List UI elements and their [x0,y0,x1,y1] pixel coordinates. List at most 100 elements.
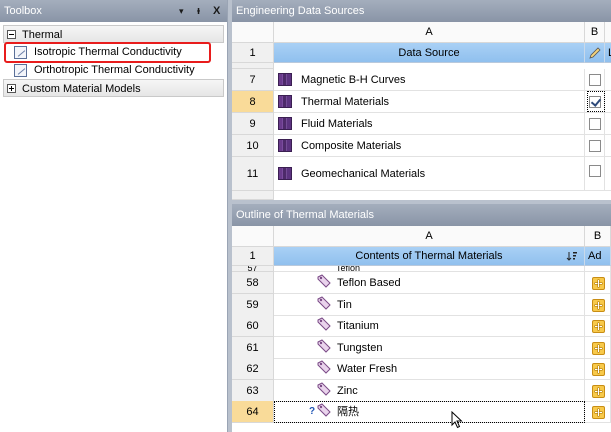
data-source-checkbox[interactable] [589,140,601,152]
row-number: 10 [232,135,274,157]
checkbox-cell [585,113,605,135]
row-number: 60 [232,315,274,337]
add-cell [585,337,611,359]
data-source-checkbox[interactable] [589,165,601,177]
contents-header-label: Contents of Thermal Materials [355,250,503,262]
location-cell [605,135,611,157]
toolbox-group-custom-material-models[interactable]: Custom Material Models [3,79,224,97]
pin-icon[interactable]: ᵻ [197,0,200,22]
sort-icon[interactable] [566,250,578,262]
data-source-name: Thermal Materials [301,96,390,108]
add-material-button[interactable] [592,277,605,290]
row-number: 7 [232,69,274,91]
collapse-icon[interactable] [7,30,16,39]
data-source-row[interactable]: Magnetic B-H Curves [274,69,585,91]
material-tag-icon [317,274,331,288]
material-name: Tin [337,299,352,311]
material-tag-icon [317,360,331,374]
data-source-name: Magnetic B-H Curves [301,74,406,86]
column-header-a[interactable]: A [274,22,585,43]
focus-outline [274,401,585,423]
toolbox-item-label: Orthotropic Thermal Conductivity [34,64,195,76]
row-number: 8 [232,91,274,113]
row-number: 1 [232,247,274,266]
material-tag-icon [317,296,331,310]
add-material-button[interactable] [592,406,605,419]
data-source-checkbox[interactable] [589,118,601,130]
add-cell [585,272,611,294]
data-source-name: Composite Materials [301,140,402,152]
toolbox-item-orthotropic-thermal-conductivity[interactable]: Orthotropic Thermal Conductivity [8,62,195,79]
material-row[interactable]: Tungsten [274,337,585,359]
data-source-row[interactable]: Geomechanical Materials [274,157,585,191]
add-column-header: Ad [585,247,611,266]
toolbox-title-bar: Toolbox ▾ ᵻ X [0,0,227,22]
checkbox-cell [585,69,605,91]
row-number: 11 [232,157,274,191]
toolbox-panel: Toolbox ▾ ᵻ X Thermal Isotropic Thermal … [0,0,228,432]
row-number: 9 [232,113,274,135]
material-row[interactable]: Teflon Based [274,272,585,294]
checkbox-cell [585,135,605,157]
toolbox-group-thermal[interactable]: Thermal [3,25,224,43]
material-tag-icon [317,339,331,353]
row-number: 1 [232,43,274,63]
add-cell [585,358,611,380]
material-tag-icon [317,382,331,396]
close-icon[interactable]: X [213,0,220,22]
location-cell [605,69,611,91]
location-cell [605,113,611,135]
pencil-icon [588,47,601,59]
data-source-row[interactable]: Composite Materials [274,135,585,157]
material-row[interactable]: Zinc [274,380,585,402]
corner-cell [232,22,274,43]
engineering-data-sources-panel: Engineering Data Sources A B 1 Data Sour… [232,0,611,200]
group-label: Thermal [22,29,63,41]
column-header-a[interactable]: A [274,226,585,247]
material-row[interactable]: Titanium [274,315,585,337]
add-cell [585,294,611,316]
material-row[interactable]: Tin [274,294,585,316]
column-header-c[interactable] [605,22,611,43]
material-property-icon [14,64,27,77]
group-label: Custom Material Models [22,83,141,95]
highlight-box [4,42,211,63]
row-number: 61 [232,337,274,359]
add-material-button[interactable] [592,320,605,333]
location-header: Lo [605,43,611,63]
row-number: 62 [232,358,274,380]
column-header-b[interactable]: B [585,226,611,247]
library-book-icon [278,167,292,180]
row-number: 58 [232,272,274,294]
material-name: Water Fresh [337,363,398,375]
mouse-cursor-icon [451,411,463,429]
material-name: Zinc [337,385,358,397]
checkbox-cell [585,157,605,191]
row-number: 59 [232,294,274,316]
library-book-icon [278,95,292,108]
data-source-checkbox[interactable] [589,74,601,86]
row-number: 63 [232,380,274,402]
data-source-row[interactable]: Thermal Materials [274,91,585,113]
row-number-partial [232,191,274,200]
add-material-button[interactable] [592,385,605,398]
panel-title: Engineering Data Sources [232,0,611,22]
data-source-row[interactable]: Fluid Materials [274,113,585,135]
material-name: Titanium [337,320,379,332]
focus-outline [587,91,605,112]
material-row[interactable]: Water Fresh [274,358,585,380]
data-source-name: Geomechanical Materials [301,168,426,180]
column-header-b[interactable]: B [585,22,605,43]
dropdown-icon[interactable]: ▾ [179,0,184,22]
material-name: Teflon Based [337,277,401,289]
add-material-button[interactable] [592,342,605,355]
add-material-button[interactable] [592,363,605,376]
contents-header[interactable]: Contents of Thermal Materials [274,247,585,266]
toolbox-title: Toolbox [4,5,42,17]
outline-panel: Outline of Thermal Materials A B 1 Conte… [232,204,611,432]
add-material-button[interactable] [592,299,605,312]
material-name: Tungsten [337,342,383,354]
add-cell [585,401,611,423]
add-cell [585,380,611,402]
expand-icon[interactable] [7,84,16,93]
